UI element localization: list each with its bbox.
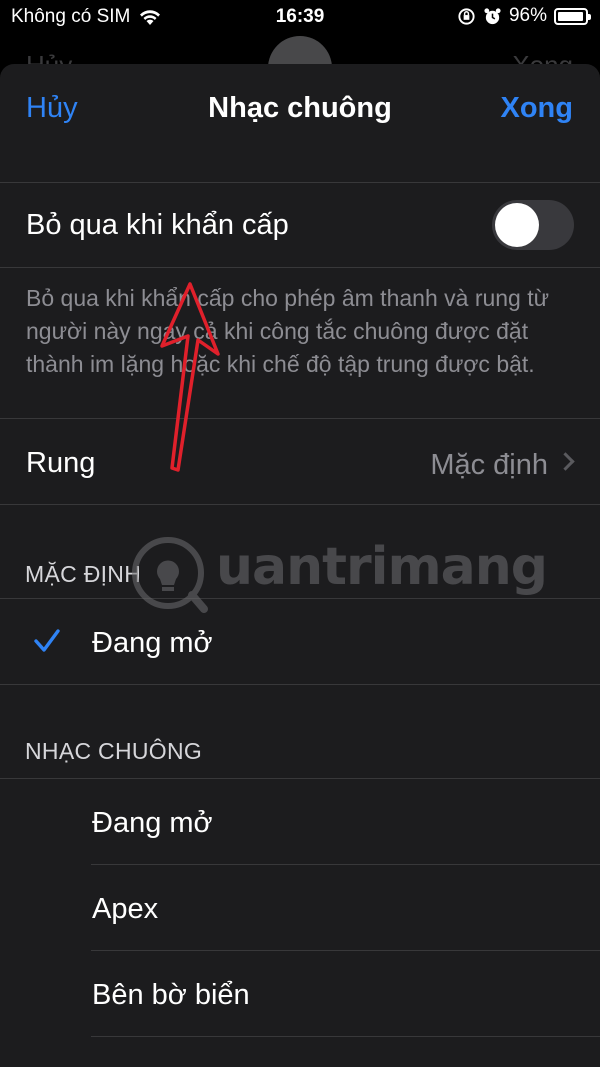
toggle-knob [495, 203, 539, 247]
battery-percent: 96% [508, 5, 547, 26]
divider [0, 504, 600, 505]
emergency-bypass-toggle[interactable] [492, 200, 574, 250]
battery-level-fill [558, 11, 583, 21]
divider [91, 1036, 600, 1037]
divider [0, 778, 600, 779]
status-right: 96% [457, 5, 591, 27]
status-bar: Không có SIM 16:39 96% [0, 0, 600, 34]
done-button[interactable]: Xong [501, 92, 574, 125]
divider [91, 864, 600, 865]
ringtone-sheet: Hủy Nhạc chuông Xong Bỏ qua khi khẩn cấp… [0, 64, 600, 1067]
lightbulb-logo-icon [132, 537, 208, 613]
emergency-bypass-label: Bỏ qua khi khẩn cấp [26, 209, 289, 241]
ringtone-section-header: NHẠC CHUÔNG [25, 738, 203, 764]
watermark: uantrimang [130, 533, 548, 613]
divider [91, 950, 600, 951]
checkmark-icon [34, 629, 60, 652]
ringtone-item-label: Đang mở [92, 807, 213, 839]
emergency-bypass-footnote: Bỏ qua khi khẩn cấp cho phép âm thanh và… [26, 285, 550, 377]
vibration-value: Mặc định [430, 449, 548, 481]
alarm-icon [484, 7, 501, 24]
divider [0, 418, 600, 419]
annotation-arrow-icon [160, 282, 220, 472]
default-item-label: Đang mở [92, 627, 213, 659]
navigation-bar: Hủy Nhạc chuông Xong [0, 64, 600, 152]
orientation-lock-icon [458, 7, 475, 25]
ringtone-item-label: Apex [92, 893, 159, 925]
default-section-header: MẶC ĐỊNH [25, 561, 142, 587]
watermark-text: uantrimang [216, 537, 548, 597]
vibration-label: Rung [26, 447, 96, 479]
divider [0, 684, 600, 685]
divider [0, 267, 600, 268]
divider [0, 182, 600, 183]
battery-icon [554, 7, 591, 25]
chevron-right-icon [556, 452, 575, 471]
ringtone-item-label: Bên bờ biển [92, 979, 250, 1011]
